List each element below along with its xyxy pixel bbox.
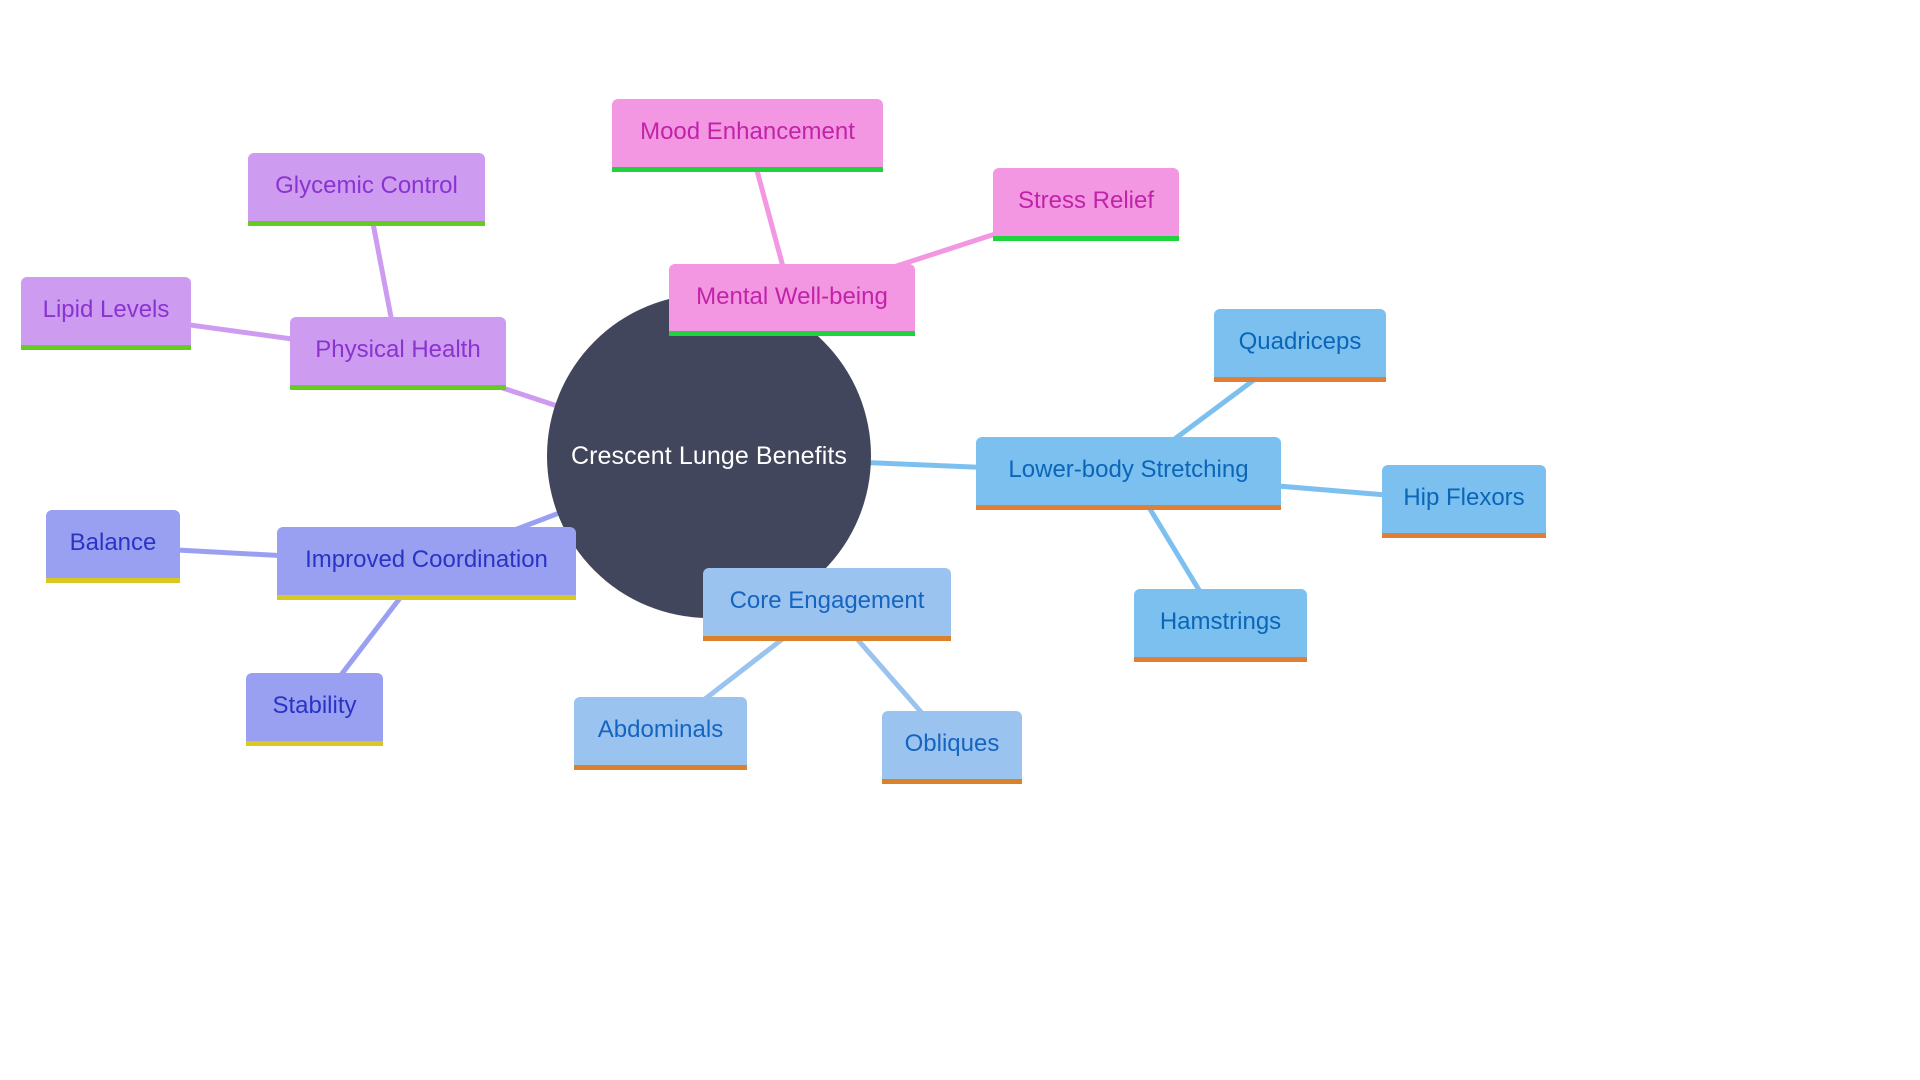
node-label: Quadriceps [1238,328,1362,355]
branch-node-mental-well-being[interactable]: Mental Well-being [669,264,915,336]
node-label: Stress Relief [1017,187,1155,214]
mindmap-canvas: Crescent Lunge Benefits Mental Well-bein… [0,0,1568,882]
node-label: Improved Coordination [305,546,548,573]
leaf-node-quadriceps[interactable]: Quadriceps [1214,309,1386,382]
branch-node-core-engagement[interactable]: Core Engagement [703,568,951,641]
node-label: Mental Well-being [696,282,888,310]
leaf-node-balance[interactable]: Balance [46,510,180,583]
leaf-node-stress-relief[interactable]: Stress Relief [993,168,1179,241]
branch-node-physical-health[interactable]: Physical Health [290,317,506,390]
node-label: Hip Flexors [1403,484,1525,511]
node-label: Mood Enhancement [640,118,855,145]
node-label: Stability [272,692,357,719]
leaf-node-stability[interactable]: Stability [246,673,383,746]
leaf-node-mood-enhancement[interactable]: Mood Enhancement [612,99,883,172]
leaf-node-glycemic-control[interactable]: Glycemic Control [248,153,485,226]
leaf-node-obliques[interactable]: Obliques [882,711,1022,784]
root-node-label: Crescent Lunge Benefits [570,441,848,470]
node-label: Physical Health [315,336,481,363]
branch-node-lower-body-stretching[interactable]: Lower-body Stretching [976,437,1281,510]
node-label: Glycemic Control [275,172,458,199]
branch-node-improved-coordination[interactable]: Improved Coordination [277,527,576,600]
leaf-node-hip-flexors[interactable]: Hip Flexors [1382,465,1546,538]
node-label: Balance [69,529,157,556]
leaf-node-lipid-levels[interactable]: Lipid Levels [21,277,191,350]
node-label: Lipid Levels [42,296,170,323]
node-label: Hamstrings [1159,608,1282,635]
node-label: Lower-body Stretching [1008,456,1249,483]
leaf-node-abdominals[interactable]: Abdominals [574,697,747,770]
node-label: Obliques [904,730,1000,757]
node-label: Abdominals [597,716,724,743]
leaf-node-hamstrings[interactable]: Hamstrings [1134,589,1307,662]
node-label: Core Engagement [729,587,925,614]
